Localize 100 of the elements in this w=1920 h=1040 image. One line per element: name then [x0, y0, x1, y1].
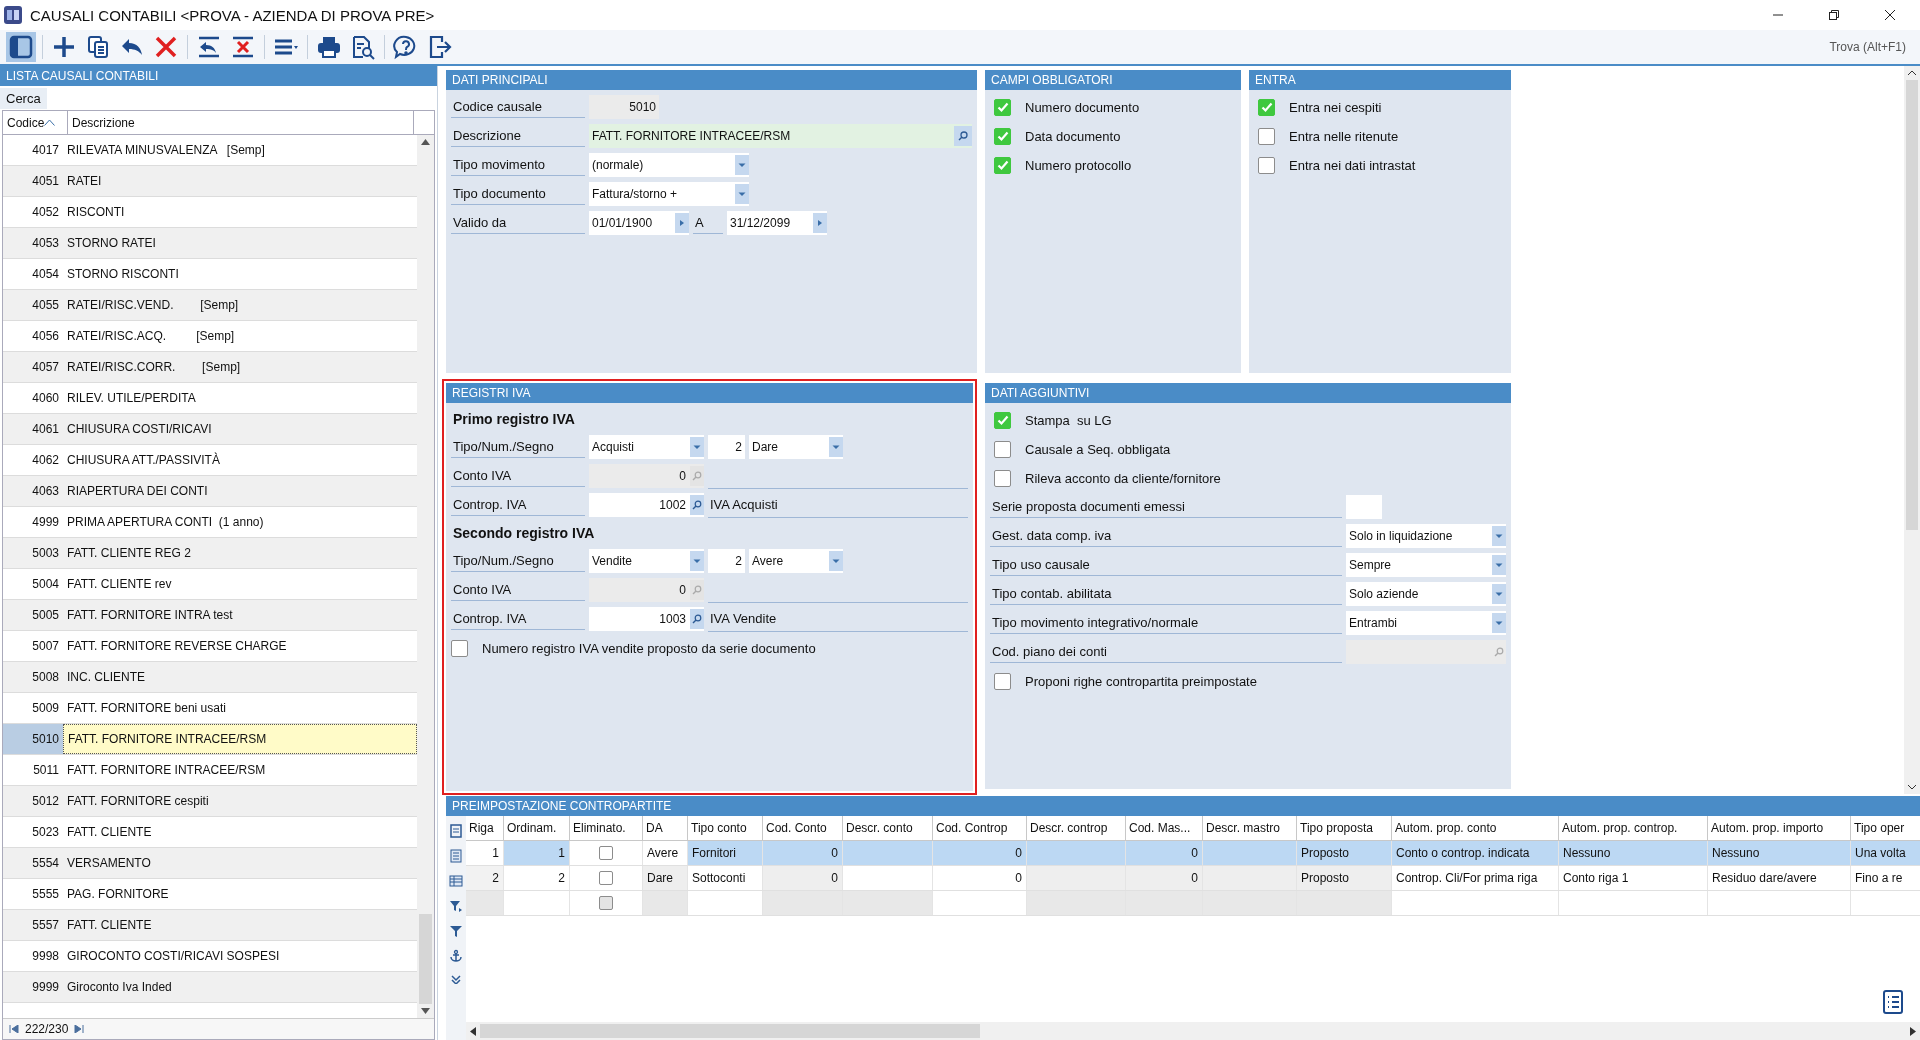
column-header[interactable]: DA [643, 816, 688, 840]
description-cell[interactable]: FATT. FORNITORE beni usati [63, 693, 417, 723]
description-cell[interactable]: FATT. FORNITORE cespiti [63, 786, 417, 816]
checkbox[interactable] [994, 469, 1011, 487]
collapse-icon[interactable] [449, 974, 463, 984]
code-cell[interactable]: 9998 [3, 941, 63, 971]
filter-icon[interactable] [449, 924, 463, 938]
code-cell[interactable]: 5003 [3, 538, 63, 568]
description-cell[interactable]: STORNO RISCONTI [63, 259, 417, 289]
column-header[interactable]: Codice [3, 111, 68, 134]
code-cell[interactable]: 4056 [3, 321, 63, 351]
list-icon[interactable] [1882, 990, 1904, 1014]
code-cell[interactable]: 4062 [3, 445, 63, 475]
code-cell[interactable]: 4999 [3, 507, 63, 537]
checkbox[interactable] [994, 411, 1011, 429]
caret-icon[interactable] [813, 213, 827, 233]
scrollbar[interactable] [417, 135, 434, 1018]
scroll-left-icon[interactable] [470, 1026, 476, 1036]
code-cell[interactable]: 4053 [3, 228, 63, 258]
code-cell[interactable]: 4055 [3, 290, 63, 320]
checkbox[interactable] [451, 639, 468, 657]
code-cell[interactable]: 5011 [3, 755, 63, 785]
description-cell[interactable]: GIROCONTO COSTI/RICAVI SOSPESI [63, 941, 417, 971]
column-header[interactable]: Ordinam. [504, 816, 570, 840]
scroll-up-icon[interactable] [421, 139, 430, 145]
search-icon[interactable] [690, 609, 704, 629]
column-header[interactable]: Riga [466, 816, 504, 840]
description-cell[interactable]: FATT. CLIENTE [63, 817, 417, 847]
description-cell[interactable]: RISCONTI [63, 197, 417, 227]
description-cell[interactable]: FATT. FORNITORE INTRACEE/RSM [63, 755, 417, 785]
code-cell[interactable]: 4052 [3, 197, 63, 227]
description-field[interactable]: FATT. FORNITORE INTRACEE/RSM [589, 124, 972, 148]
column-header[interactable]: Autom. prop. controp. [1559, 816, 1708, 840]
input-field[interactable] [1346, 495, 1382, 519]
description-cell[interactable]: VERSAMENTO [63, 848, 417, 878]
dropdown[interactable]: Sempre [1346, 553, 1506, 577]
dropdown[interactable]: Avere [749, 549, 843, 573]
close-icon[interactable] [1884, 9, 1896, 21]
code-cell[interactable]: 5010 [3, 724, 63, 754]
scrollbar[interactable] [466, 1022, 1920, 1040]
description-cell[interactable]: RILEVATA MINUSVALENZA [Semp] [63, 135, 417, 165]
code-cell[interactable]: 5555 [3, 879, 63, 909]
checkbox[interactable] [994, 156, 1011, 174]
last-page-icon[interactable] [74, 1025, 85, 1033]
code-cell[interactable]: 5004 [3, 569, 63, 599]
checkbox[interactable] [994, 127, 1011, 145]
column-header[interactable]: Tipo conto [688, 816, 763, 840]
checkbox[interactable] [994, 98, 1011, 116]
description-cell[interactable]: RATEI [63, 166, 417, 196]
description-cell[interactable]: PRIMA APERTURA CONTI (1 anno) [63, 507, 417, 537]
code-cell[interactable]: 5557 [3, 910, 63, 940]
dropdown[interactable]: Dare [749, 435, 843, 459]
description-cell[interactable]: FATT. CLIENTE [63, 910, 417, 940]
search-icon[interactable] [954, 126, 972, 146]
code-cell[interactable]: 5012 [3, 786, 63, 816]
column-header[interactable]: Descr. mastro [1203, 816, 1297, 840]
description-cell[interactable]: RATEI/RISC.ACQ. [Semp] [63, 321, 417, 351]
dropdown[interactable]: Entrambi [1346, 611, 1506, 635]
dropdown[interactable]: Vendite [589, 549, 704, 573]
account-field[interactable]: 1003 [589, 607, 704, 631]
number-field[interactable]: 2 [708, 549, 745, 573]
description-cell[interactable]: FATT. CLIENTE rev [63, 569, 417, 599]
column-header[interactable]: Tipo oper [1851, 816, 1920, 840]
code-cell[interactable]: 5009 [3, 693, 63, 723]
description-cell[interactable]: FATT. FORNITORE REVERSE CHARGE [63, 631, 417, 661]
scroll-down-icon[interactable] [421, 1008, 430, 1014]
dropdown[interactable]: Acquisti [589, 435, 704, 459]
column-header[interactable]: Cod. Conto [763, 816, 843, 840]
scrollbar[interactable] [1904, 66, 1920, 794]
column-header[interactable]: Descr. conto [843, 816, 933, 840]
code-cell[interactable]: 5008 [3, 662, 63, 692]
dropdown[interactable]: (normale) [589, 153, 749, 177]
code-cell[interactable]: 5023 [3, 817, 63, 847]
checkbox[interactable] [1258, 127, 1275, 145]
panel-button[interactable] [6, 32, 36, 62]
checkbox[interactable] [994, 672, 1011, 690]
checkbox[interactable] [1258, 98, 1275, 116]
find-hint[interactable]: Trova (Alt+F1) [1829, 40, 1920, 54]
dropdown[interactable]: Solo aziende [1346, 582, 1506, 606]
code-cell[interactable]: 5554 [3, 848, 63, 878]
column-header[interactable]: Tipo proposta [1297, 816, 1392, 840]
date-field[interactable]: 31/12/2099 [727, 211, 827, 235]
code-cell[interactable]: 4061 [3, 414, 63, 444]
column-header[interactable]: Cod. Mas... [1126, 816, 1203, 840]
scroll-thumb[interactable] [480, 1024, 980, 1038]
table-icon[interactable] [449, 874, 463, 888]
checkbox[interactable] [599, 871, 613, 885]
dropdown[interactable]: Solo in liquidazione [1346, 524, 1506, 548]
checkbox[interactable] [599, 896, 613, 910]
filter-icon[interactable] [449, 899, 463, 913]
search-icon[interactable] [690, 495, 704, 515]
column-header[interactable]: Eliminato. [570, 816, 643, 840]
anchor-icon[interactable] [449, 949, 463, 963]
description-cell[interactable]: RATEI/RISC.VEND. [Semp] [63, 290, 417, 320]
account-field[interactable]: 1002 [589, 493, 704, 517]
code-cell[interactable]: 4057 [3, 352, 63, 382]
column-header[interactable]: Autom. prop. conto [1392, 816, 1559, 840]
code-cell[interactable]: 4054 [3, 259, 63, 289]
code-cell[interactable]: 4063 [3, 476, 63, 506]
code-cell[interactable]: 9999 [3, 972, 63, 1002]
